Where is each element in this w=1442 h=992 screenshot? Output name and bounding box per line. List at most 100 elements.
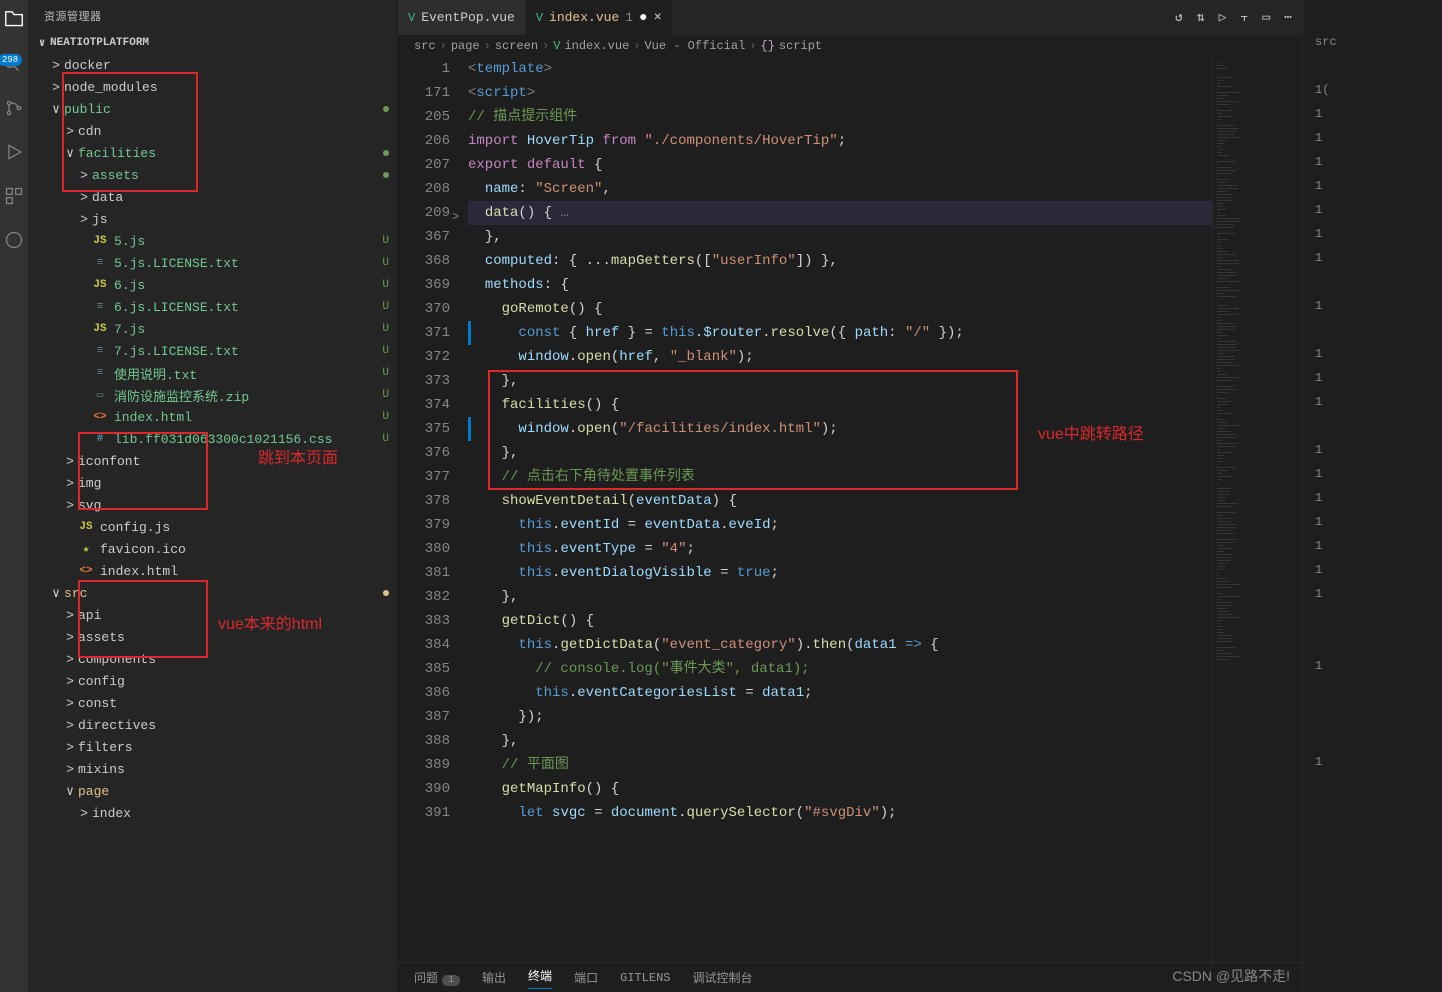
chevron-icon: > — [64, 608, 76, 623]
panel-tab[interactable]: 终端 — [528, 967, 552, 989]
tree-item[interactable]: <>index.htmlU — [28, 406, 397, 428]
layout-icon[interactable]: ▭ — [1262, 10, 1270, 25]
panel-tab[interactable]: 端口 — [574, 969, 598, 986]
breadcrumb-item[interactable]: src — [414, 39, 436, 53]
breadcrumb-item[interactable]: Vue - Official — [644, 39, 745, 53]
code-line[interactable]: export default { — [468, 153, 1212, 177]
code-line[interactable]: <template> — [468, 57, 1212, 81]
tree-item[interactable]: JS7.jsU — [28, 318, 397, 340]
git-status: U — [376, 345, 389, 357]
panel-tab[interactable]: 问题1 — [414, 969, 460, 986]
tree-item[interactable]: >config — [28, 670, 397, 692]
code-line[interactable]: let svgc = document.querySelector("#svgD… — [468, 801, 1212, 825]
tree-item[interactable]: JS6.jsU — [28, 274, 397, 296]
code-line[interactable]: // 平面图 — [468, 753, 1212, 777]
tree-item[interactable]: <>index.html — [28, 560, 397, 582]
more-icon[interactable]: ⋯ — [1284, 10, 1292, 25]
code-line[interactable]: this.eventId = eventData.eveId; — [468, 513, 1212, 537]
breadcrumb-item[interactable]: script — [779, 39, 822, 53]
code-line[interactable]: import HoverTip from "./components/Hover… — [468, 129, 1212, 153]
breadcrumb-item[interactable]: screen — [495, 39, 538, 53]
code-line[interactable]: showEventDetail(eventData) { — [468, 489, 1212, 513]
code-line[interactable]: data() { … — [468, 201, 1212, 225]
debug-icon[interactable] — [2, 140, 26, 164]
sidebar: 资源管理器 ∨ NEATIOTPLATFORM >docker>node_mod… — [28, 0, 398, 992]
code-line[interactable]: const { href } = this.$router.resolve({ … — [468, 321, 1212, 345]
modified-dot — [383, 590, 389, 596]
chevron-icon — [78, 388, 90, 403]
code-line[interactable]: // 描点提示组件 — [468, 105, 1212, 129]
project-header[interactable]: ∨ NEATIOTPLATFORM — [28, 32, 397, 54]
code-line[interactable]: this.eventDialogVisible = true; — [468, 561, 1212, 585]
chevron-icon: > — [64, 476, 76, 491]
tree-item[interactable]: >filters — [28, 736, 397, 758]
tree-item[interactable]: ▭消防设施监控系统.zipU — [28, 384, 397, 406]
tree-item[interactable]: JS5.jsU — [28, 230, 397, 252]
code-line[interactable]: methods: { — [468, 273, 1212, 297]
tree-item[interactable]: >const — [28, 692, 397, 714]
tree-item[interactable]: ≡7.js.LICENSE.txtU — [28, 340, 397, 362]
breadcrumb[interactable]: src›page›screen›Vindex.vue›Vue - Officia… — [398, 35, 1302, 57]
code-line[interactable]: }); — [468, 705, 1212, 729]
tree-item[interactable]: ≡6.js.LICENSE.txtU — [28, 296, 397, 318]
code-line[interactable]: name: "Screen", — [468, 177, 1212, 201]
app-root: 298 资源管理器 ∨ NEATIOTPLATFORM >docker>node… — [0, 0, 1442, 992]
breadcrumb-item[interactable]: page — [451, 39, 480, 53]
sidebar-title: 资源管理器 — [28, 0, 397, 32]
tree-item[interactable]: >directives — [28, 714, 397, 736]
file-icon: ▭ — [92, 388, 108, 402]
tree-item[interactable]: >js — [28, 208, 397, 230]
code-line[interactable]: this.eventType = "4"; — [468, 537, 1212, 561]
annotation-box-3 — [78, 580, 208, 658]
tree-item[interactable]: ∨page — [28, 780, 397, 802]
tree-item[interactable]: JSconfig.js — [28, 516, 397, 538]
file-icon: ≡ — [92, 257, 108, 269]
tree-item[interactable]: ≡使用说明.txtU — [28, 362, 397, 384]
explorer-icon[interactable] — [2, 8, 26, 32]
code-line[interactable]: }, — [468, 729, 1212, 753]
breadcrumb-item[interactable]: index.vue — [564, 39, 629, 53]
code-line[interactable]: this.eventCategoriesList = data1; — [468, 681, 1212, 705]
tree-item[interactable]: ≡5.js.LICENSE.txtU — [28, 252, 397, 274]
run-icon[interactable]: ▷ — [1219, 10, 1227, 25]
remote-icon[interactable] — [2, 228, 26, 252]
editor-tab[interactable]: V EventPop.vue — [398, 0, 526, 35]
tree-item[interactable]: ★favicon.ico — [28, 538, 397, 560]
file-label: 7.js — [114, 322, 376, 337]
git-status: U — [376, 279, 389, 291]
code-line[interactable]: goRemote() { — [468, 297, 1212, 321]
code-editor[interactable]: 1171205206207208209>36736836937037137237… — [398, 57, 1302, 962]
ext-icon[interactable] — [2, 184, 26, 208]
code-line[interactable]: getMapInfo() { — [468, 777, 1212, 801]
split-icon[interactable]: ⫟ — [1240, 10, 1248, 25]
code-line[interactable]: computed: { ...mapGetters(["userInfo"]) … — [468, 249, 1212, 273]
minimap[interactable]: ▬▬▬ ▬▬▬▬▬▬ ▬▬▬▬▬▬▬▬▬ ▬ ▬▬▬▬▬▬▬▬▬▬▬▬▬▬ ▬▬… — [1212, 57, 1302, 962]
close-icon[interactable]: × — [653, 10, 661, 26]
scm-icon[interactable] — [2, 96, 26, 120]
tree-item[interactable]: >index — [28, 802, 397, 824]
file-icon: <> — [92, 411, 108, 423]
editor-tab[interactable]: Vindex.vue1●× — [526, 0, 673, 35]
panel-tab[interactable]: 输出 — [482, 969, 506, 986]
code-line[interactable]: }, — [468, 225, 1212, 249]
history-icon[interactable]: ↺ — [1175, 10, 1183, 25]
fold-icon[interactable]: > — [452, 205, 459, 229]
code-line[interactable]: // console.log("事件大类", data1); — [468, 657, 1212, 681]
code-line[interactable]: }, — [468, 585, 1212, 609]
chevron-icon — [64, 564, 76, 579]
file-label: docker — [64, 58, 389, 73]
panel-tab[interactable]: 调试控制台 — [693, 969, 753, 986]
tab-label: EventPop.vue — [421, 10, 515, 25]
code-content[interactable]: <template><script>// 描点提示组件import HoverT… — [468, 57, 1212, 962]
panel-tab[interactable]: GITLENS — [620, 971, 670, 985]
vue-icon: V — [408, 11, 415, 25]
diff-icon[interactable]: ⇅ — [1197, 10, 1205, 25]
tree-item[interactable]: >mixins — [28, 758, 397, 780]
code-line[interactable]: <script> — [468, 81, 1212, 105]
code-line[interactable]: window.open(href, "_blank"); — [468, 345, 1212, 369]
panel-tabs: 问题1 输出 终端 端口 GITLENS 调试控制台 — [398, 962, 1302, 992]
code-line[interactable]: this.getDictData("event_category").then(… — [468, 633, 1212, 657]
file-icon: JS — [92, 323, 108, 335]
code-line[interactable]: getDict() { — [468, 609, 1212, 633]
file-icon: <> — [78, 565, 94, 577]
